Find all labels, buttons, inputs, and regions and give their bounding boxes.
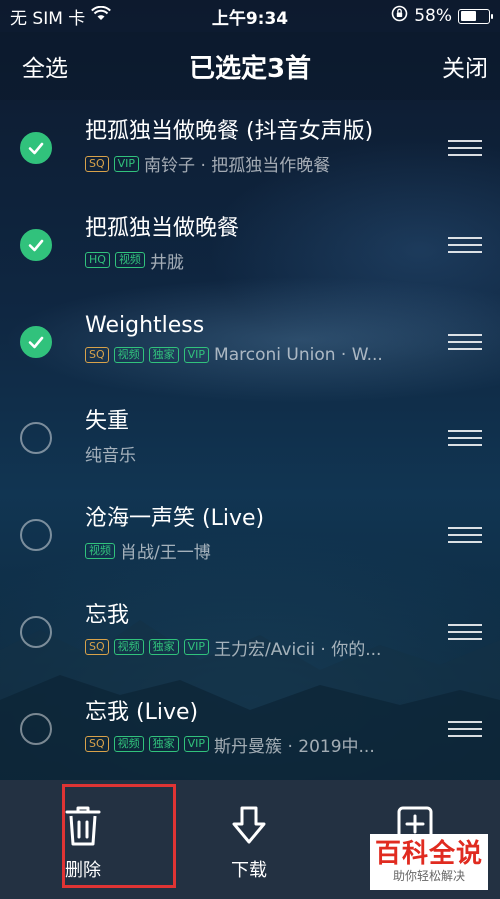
unchecked-circle-icon[interactable] <box>20 615 52 648</box>
quality-badge: 独家 <box>148 639 179 656</box>
drag-handle-icon[interactable] <box>448 623 482 640</box>
quality-badge: VIP <box>183 346 210 363</box>
drag-handle-icon[interactable] <box>448 527 482 544</box>
unchecked-circle-icon[interactable] <box>20 422 52 455</box>
song-meta: SQ 视频 独家 VIP 王力宏/Avicii · 你的... <box>85 635 420 660</box>
song-meta: HQ 视频 井胧 <box>85 248 420 273</box>
status-bar: 无 SIM 卡 上午9:34 58% <box>0 0 500 32</box>
song-artist: 南铃子 · 把孤独当作晚餐 <box>144 156 331 176</box>
quality-badge: 独家 <box>148 346 179 363</box>
quality-badge: 视频 <box>113 346 144 363</box>
song-title: Weightless <box>85 312 205 338</box>
carrier-label: 无 SIM 卡 <box>10 8 86 29</box>
quality-badge: SQ <box>85 736 109 753</box>
song-row[interactable]: 忘我 SQ 视频 独家 VIP 王力宏/Avicii · 你的... <box>0 584 500 681</box>
song-artist: 斯丹曼簇 · 2019中... <box>214 736 375 757</box>
song-meta: 视频 肖战/王一博 <box>85 538 420 563</box>
nav-bar: 全选 已选定3首 关闭 <box>0 32 500 100</box>
song-list: 把孤独当做晚餐 (抖音女声版) SQ VIP 南铃子 · 把孤独当作晚餐 把孤独当做晚餐… <box>0 100 500 778</box>
quality-badge: VIP <box>113 155 140 172</box>
quality-badge: VIP <box>183 736 210 753</box>
quality-badge: SQ <box>85 346 109 363</box>
song-artist: 肖战/王一博 <box>120 543 211 564</box>
drag-handle-icon[interactable] <box>448 720 482 737</box>
song-title: 忘我 <box>85 602 130 628</box>
delete-label: 删除 <box>65 860 101 881</box>
song-info: 把孤独当做晚餐 (抖音女声版) SQ VIP 南铃子 · 把孤独当作晚餐 <box>85 117 420 176</box>
checked-icon[interactable] <box>20 132 52 164</box>
checked-icon[interactable] <box>20 325 52 358</box>
drag-handle-icon[interactable] <box>448 236 482 253</box>
orientation-lock-icon <box>391 5 408 27</box>
delete-button[interactable]: 删除 <box>0 780 166 899</box>
battery-percent: 58% <box>414 6 452 26</box>
quality-badge: 视频 <box>85 542 115 559</box>
quality-badge: 视频 <box>114 252 145 269</box>
song-artist: 井胧 <box>149 252 184 273</box>
song-row[interactable]: 失重 纯音乐 <box>0 390 500 487</box>
quality-badge: 视频 <box>113 736 144 753</box>
song-title: 把孤独当做晚餐 (抖音女声版) <box>85 119 374 144</box>
quality-badge: VIP <box>183 639 210 656</box>
watermark-subtitle: 助你轻松解决 <box>392 869 465 883</box>
quality-badge: SQ <box>85 639 109 656</box>
quality-badge: 视频 <box>113 639 144 656</box>
song-info: 失重 纯音乐 <box>85 407 420 466</box>
song-info: 把孤独当做晚餐 HQ 视频 井胧 <box>85 214 420 273</box>
song-title: 沧海一声笑 (Live) <box>85 506 265 532</box>
song-info: Weightless SQ 视频 独家 VIP Marconi Union · W... <box>85 311 420 365</box>
song-artist: 王力宏/Avicii · 你的... <box>214 639 382 660</box>
drag-handle-icon[interactable] <box>448 333 482 350</box>
unchecked-circle-icon[interactable] <box>20 712 52 745</box>
song-row[interactable]: 把孤独当做晚餐 HQ 视频 井胧 <box>0 197 500 294</box>
song-info: 沧海一声笑 (Live) 视频 肖战/王一博 <box>85 504 420 563</box>
wifi-icon <box>91 5 112 26</box>
song-title: 忘我 (Live) <box>85 699 199 725</box>
quality-badge: SQ <box>85 155 109 172</box>
download-button[interactable]: 下载 <box>166 780 332 899</box>
download-label: 下载 <box>231 860 267 881</box>
battery-icon <box>458 8 493 24</box>
song-meta: SQ 视频 独家 VIP Marconi Union · W... <box>85 345 420 365</box>
download-icon <box>232 806 266 844</box>
song-row[interactable]: 把孤独当做晚餐 (抖音女声版) SQ VIP 南铃子 · 把孤独当作晚餐 <box>0 100 500 197</box>
watermark-title: 百科全说 <box>374 839 483 869</box>
unchecked-circle-icon[interactable] <box>20 519 52 552</box>
song-row[interactable]: Weightless SQ 视频 独家 VIP Marconi Union · W... <box>0 294 500 391</box>
page-title: 已选定3首 <box>188 53 312 84</box>
song-meta: SQ VIP 南铃子 · 把孤独当作晚餐 <box>85 151 420 176</box>
quality-badge: 独家 <box>148 736 179 753</box>
song-row[interactable]: 忘我 (Live) SQ 视频 独家 VIP 斯丹曼簇 · 2019中... <box>0 681 500 778</box>
song-artist: 纯音乐 <box>85 446 136 467</box>
select-all-button[interactable]: 全选 <box>22 49 68 83</box>
song-title: 失重 <box>85 409 130 435</box>
checked-icon[interactable] <box>20 228 52 261</box>
song-info: 忘我 SQ 视频 独家 VIP 王力宏/Avicii · 你的... <box>85 601 420 660</box>
watermark-logo: 百科全说 助你轻松解决 <box>370 834 488 890</box>
close-button[interactable]: 关闭 <box>442 49 488 83</box>
song-title: 把孤独当做晚餐 <box>85 215 240 241</box>
song-artist: Marconi Union · W... <box>214 344 383 365</box>
song-meta: 纯音乐 <box>85 441 420 466</box>
quality-badge: HQ <box>85 252 110 269</box>
drag-handle-icon[interactable] <box>448 430 482 447</box>
trash-icon <box>65 806 101 846</box>
drag-handle-icon[interactable] <box>448 140 482 156</box>
song-info: 忘我 (Live) SQ 视频 独家 VIP 斯丹曼簇 · 2019中... <box>85 698 420 757</box>
song-meta: SQ 视频 独家 VIP 斯丹曼簇 · 2019中... <box>85 732 420 757</box>
song-row[interactable]: 沧海一声笑 (Live) 视频 肖战/王一博 <box>0 487 500 584</box>
